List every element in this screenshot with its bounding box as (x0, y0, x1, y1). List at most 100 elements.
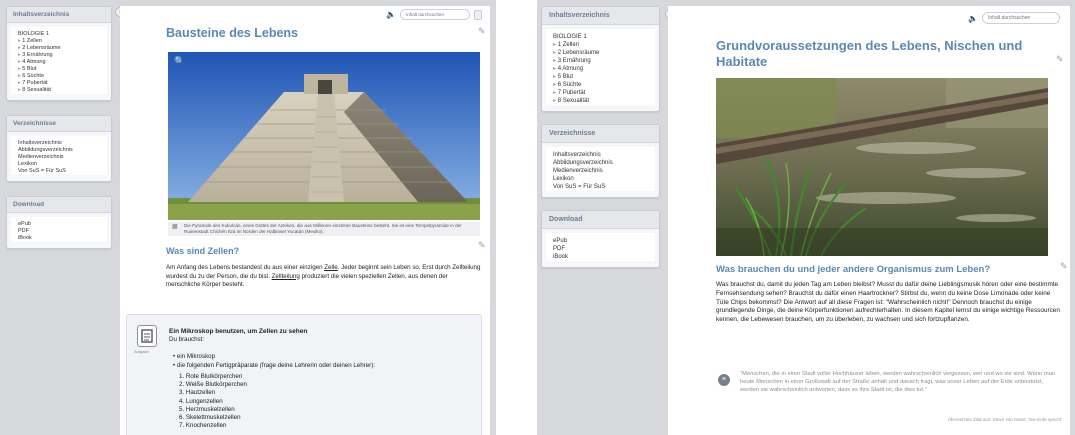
download-title[interactable]: Download (7, 197, 111, 213)
numbered-item: 5. Herzmuskelzellen (179, 405, 235, 413)
creek-photo[interactable] (716, 78, 1048, 256)
lists-list: Inhaltsverzeichnis Abbildungsverzeichnis… (11, 136, 107, 175)
toc-item[interactable]: 1 Zellen (18, 38, 100, 45)
lists-item[interactable]: Lexikon (18, 161, 100, 168)
toc-title[interactable]: Inhaltsverzeichnis (542, 7, 659, 25)
toc-item[interactable]: 5 Blut (553, 73, 648, 81)
caption-icon: ▦ (172, 224, 178, 230)
quote-icon: “ (718, 374, 730, 386)
download-list: ePub PDF iBook (546, 233, 655, 261)
toc-root[interactable]: BIOLOGIE 1 (18, 31, 100, 38)
quote-text: "Menschen, die in einer Stadt voller Hoc… (740, 371, 1056, 394)
download-pdf-link[interactable]: PDF (553, 245, 648, 253)
term-link-zelle[interactable]: Zelle (324, 264, 337, 271)
intro-paragraph: Am Anfang des Lebens bestandest du aus e… (166, 264, 481, 289)
toolbar: 🔈 (386, 9, 482, 20)
pyramid-photo[interactable]: 🔍 (168, 52, 480, 220)
edit-pencil-icon[interactable]: ✎ (478, 240, 486, 251)
svg-text:🔍: 🔍 (174, 55, 185, 67)
lists-item[interactable]: Abbildungsverzeichnis (18, 147, 100, 154)
lists-item[interactable]: Inhaltsverzeichnis (553, 151, 648, 159)
toc-item[interactable]: 7 Pubertät (18, 80, 100, 87)
image-caption: ▦ Die Pyramide des Kukulcán, eines Gotte… (168, 222, 480, 236)
task-icon (137, 325, 157, 347)
toc-item[interactable]: 2 Lebensräume (18, 45, 100, 52)
lists-item[interactable]: Inhaltsverzeichnis (18, 140, 100, 147)
lists-panel: Verzeichnisse Inhaltsverzeichnis Abbildu… (541, 124, 660, 198)
task-bullets: • ein Mikroskop • die folgenden Fertigpr… (173, 353, 473, 370)
task-title: Ein Mikroskop benutzen, um Zellen zu seh… (169, 328, 308, 335)
page-title: Bausteine des Lebens (166, 26, 298, 40)
numbered-item: 2. Weiße Blutkörperchen (179, 381, 247, 389)
numbered-item: 7. Knochenzellen (179, 422, 227, 430)
toc-item[interactable]: 5 Blut (18, 66, 100, 73)
toc-item[interactable]: 3 Ernährung (553, 57, 648, 65)
download-panel: Download ePub PDF iBook (541, 210, 660, 268)
lists-item[interactable]: Lexikon (553, 175, 648, 183)
toc-list: BIOLOGIE 1 1 Zellen 2 Lebensräume 3 Ernä… (11, 27, 107, 94)
toc-item[interactable]: 8 Sexualität (553, 97, 648, 105)
download-epub-link[interactable]: ePub (553, 237, 648, 245)
intro-paragraph: Was brauchst du, damit du jeden Tag am L… (716, 281, 1060, 324)
numbered-item: 3. Hautzellen (179, 389, 216, 397)
toc-item[interactable]: 8 Sexualität (18, 87, 100, 94)
download-title[interactable]: Download (542, 211, 659, 229)
quote-source: Übersetztes Zitat aus: Steve Van Matre, … (947, 417, 1062, 422)
download-panel: Download ePub PDF iBook (6, 196, 112, 249)
clipboard-icon (141, 329, 153, 343)
lists-list: Inhaltsverzeichnis Abbildungsverzeichnis… (546, 147, 655, 191)
toc-root[interactable]: BIOLOGIE 1 (553, 33, 648, 41)
bullet-item: • ein Mikroskop (173, 353, 216, 360)
toc-item[interactable]: 4 Atmung (18, 59, 100, 66)
lists-item[interactable]: Medienverzeichnis (553, 167, 648, 175)
sidebar: Inhaltsverzeichnis BIOLOGIE 1 1 Zellen 2… (541, 6, 660, 278)
task-box: Aufgabe Ein Mikroskop benutzen, um Zelle… (126, 314, 482, 435)
toc-item[interactable]: 1 Zellen (553, 41, 648, 49)
section-heading: Was brauchen du und jeder andere Organis… (716, 264, 991, 275)
section-heading: Was sind Zellen? (166, 246, 240, 256)
bullet-item: • die folgenden Fertigpräparate (frage d… (173, 361, 376, 369)
toc-panel: Inhaltsverzeichnis BIOLOGIE 1 1 Zellen 2… (6, 6, 112, 101)
download-ibook-link[interactable]: iBook (553, 253, 648, 261)
toc-item[interactable]: 3 Ernährung (18, 52, 100, 59)
numbered-item: 4. Lungenzellen (179, 397, 223, 405)
download-epub-link[interactable]: ePub (18, 221, 100, 228)
numbered-item: 6. Skelettmuskelzellen (179, 414, 241, 422)
edit-pencil-icon[interactable]: ✎ (1056, 54, 1064, 65)
toc-item[interactable]: 4 Atmung (553, 65, 648, 73)
search-input[interactable] (400, 9, 470, 20)
edit-pencil-icon[interactable]: ✎ (1060, 261, 1068, 272)
toc-panel: Inhaltsverzeichnis BIOLOGIE 1 1 Zellen 2… (541, 6, 660, 112)
screenshot-left: Inhaltsverzeichnis BIOLOGIE 1 1 Zellen 2… (0, 0, 496, 435)
pyramid-image: 🔍 (168, 52, 480, 220)
lists-item[interactable]: Von SuS = Für SuS (18, 168, 100, 175)
edit-pencil-icon[interactable]: ✎ (478, 26, 486, 37)
lists-title[interactable]: Verzeichnisse (542, 125, 659, 143)
creek-image (716, 78, 1048, 256)
toc-item[interactable]: 6 Süchte (553, 81, 648, 89)
toc-item[interactable]: 6 Süchte (18, 73, 100, 80)
download-ibook-link[interactable]: iBook (18, 235, 100, 242)
search-input[interactable] (982, 12, 1060, 24)
toc-list: BIOLOGIE 1 1 Zellen 2 Lebensräume 3 Ernä… (546, 29, 655, 105)
download-pdf-link[interactable]: PDF (18, 228, 100, 235)
toc-title[interactable]: Inhaltsverzeichnis (7, 7, 111, 23)
lists-item[interactable]: Von SuS = Für SuS (553, 183, 648, 191)
numbered-item: 1. Rote Blutkörperchen (179, 373, 243, 380)
term-link-zellteilung[interactable]: Zellteilung (272, 273, 300, 280)
toolbar: 🔈 (968, 12, 1060, 24)
toc-item[interactable]: 2 Lebensräume (553, 49, 648, 57)
toc-item[interactable]: 7 Pubertät (553, 89, 648, 97)
page-menu-button[interactable] (474, 9, 482, 20)
task-icon-label: Aufgabe (134, 349, 149, 354)
lists-panel: Verzeichnisse Inhaltsverzeichnis Abbildu… (6, 115, 112, 182)
main-content: 🔈 Bausteine des Lebens ✎ (120, 6, 490, 435)
speaker-icon[interactable]: 🔈 (386, 10, 396, 19)
lists-item[interactable]: Abbildungsverzeichnis (553, 159, 648, 167)
main-content: 🔈 Grundvoraussetzungen des Lebens, Nisch… (668, 6, 1070, 435)
screenshot-right: Inhaltsverzeichnis BIOLOGIE 1 1 Zellen 2… (537, 0, 1075, 435)
task-numbered-list: 1. Rote Blutkörperchen 2. Weiße Blutkörp… (179, 373, 247, 430)
lists-item[interactable]: Medienverzeichnis (18, 154, 100, 161)
lists-title[interactable]: Verzeichnisse (7, 116, 111, 132)
speaker-icon[interactable]: 🔈 (968, 14, 978, 23)
